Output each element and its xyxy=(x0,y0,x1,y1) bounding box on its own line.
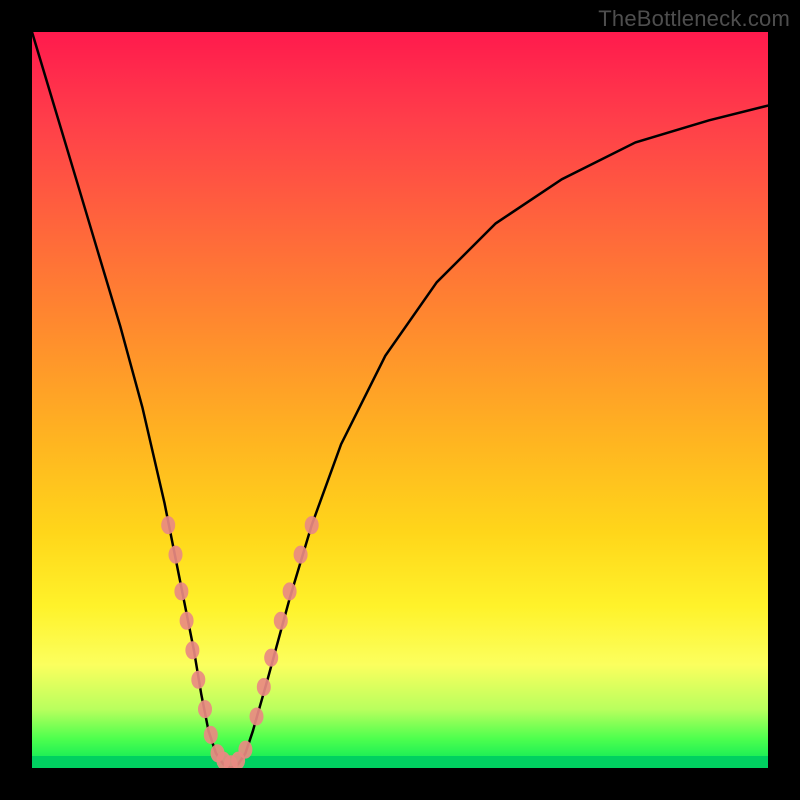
data-marker xyxy=(264,649,278,667)
data-marker xyxy=(274,612,288,630)
plot-area xyxy=(32,32,768,768)
data-marker xyxy=(180,612,194,630)
data-marker xyxy=(161,516,175,534)
watermark-text: TheBottleneck.com xyxy=(598,6,790,32)
data-marker xyxy=(198,700,212,718)
data-marker xyxy=(294,546,308,564)
bottleneck-curve xyxy=(32,32,768,768)
data-marker xyxy=(169,546,183,564)
data-marker xyxy=(283,582,297,600)
chart-svg xyxy=(32,32,768,768)
data-marker xyxy=(185,641,199,659)
data-marker xyxy=(174,582,188,600)
data-marker xyxy=(250,708,264,726)
data-marker xyxy=(305,516,319,534)
curve-markers xyxy=(161,516,319,768)
chart-frame: TheBottleneck.com xyxy=(0,0,800,800)
data-marker xyxy=(204,726,218,744)
optimal-band xyxy=(32,756,768,768)
data-marker xyxy=(257,678,271,696)
data-marker xyxy=(191,671,205,689)
